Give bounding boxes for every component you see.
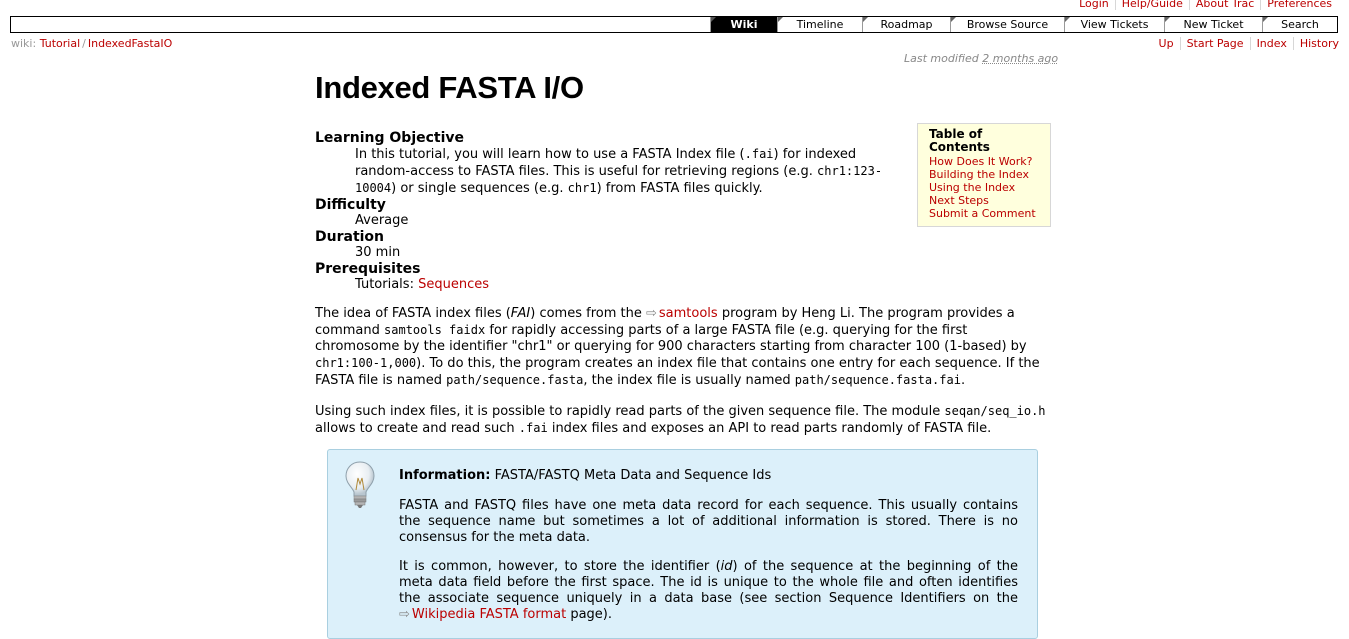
- index-files-paragraph: Using such index files, it is possible t…: [315, 403, 1051, 437]
- breadcrumb-prefix: wiki:: [11, 37, 37, 50]
- para1-text-2: ) comes from the: [530, 306, 646, 321]
- info-p2-text-1: It is common, however, to store the iden…: [399, 559, 721, 574]
- samtools-link[interactable]: samtools: [646, 306, 718, 321]
- para2-code-module: seqan/seq_io.h: [944, 404, 1046, 418]
- difficulty-value: Average: [355, 213, 409, 228]
- objective-text: In this tutorial, you will learn how to …: [355, 146, 915, 197]
- info-p2-text-3: page).: [566, 607, 613, 622]
- start-page-link[interactable]: Start Page: [1187, 37, 1244, 50]
- prerequisites-value: Tutorials: Sequences: [355, 277, 915, 293]
- info-p2-id: id: [720, 559, 733, 574]
- tab-browse-source[interactable]: Browse Source: [950, 17, 1064, 32]
- tab-view-tickets[interactable]: View Tickets: [1064, 17, 1164, 32]
- para2-code-fai: .fai: [518, 421, 548, 435]
- context-nav: Up Start Page Index History: [1153, 37, 1339, 50]
- para1-code-fai-path: path/sequence.fasta.fai: [794, 373, 961, 387]
- para2-text-2: allows to create and read such: [315, 421, 519, 436]
- objective-text-4: ) from FASTA files quickly.: [596, 181, 763, 196]
- para1-code-faidx: samtools faidx: [384, 323, 486, 337]
- objective-text-1: In this tutorial, you will learn how to …: [355, 147, 745, 162]
- preferences-link[interactable]: Preferences: [1267, 0, 1332, 10]
- information-paragraph-1: FASTA and FASTQ files have one meta data…: [399, 498, 1018, 545]
- help-guide-link[interactable]: Help/Guide: [1122, 0, 1183, 10]
- objective-code-chr1: chr1: [567, 181, 597, 195]
- objective-text-3: ) or single sequences (e.g.: [391, 181, 568, 196]
- toc-item-how-does-it-work[interactable]: How Does It Work?: [929, 155, 1032, 168]
- information-heading: Information: FASTA/FASTQ Meta Data and S…: [399, 468, 1018, 484]
- history-link[interactable]: History: [1300, 37, 1339, 50]
- page-title: Indexed FASTA I/O: [315, 70, 584, 105]
- information-label: Information:: [399, 468, 491, 483]
- objective-code-fai: .fai: [744, 147, 774, 161]
- last-modified: Last modified 2 months ago: [904, 52, 1058, 65]
- tab-wiki[interactable]: Wiki: [710, 17, 777, 32]
- sequences-link[interactable]: Sequences: [418, 277, 489, 292]
- para1-text-6: , the index file is usually named: [583, 373, 795, 388]
- prerequisites-prefix: Tutorials:: [355, 277, 414, 292]
- last-modified-age[interactable]: 2 months ago: [982, 52, 1058, 65]
- para1-code-fasta-path: path/sequence.fasta: [446, 373, 584, 387]
- lightbulb-icon: [343, 460, 377, 514]
- meta-nav: Login Help/Guide About Trac Preferences: [1073, 0, 1332, 10]
- tab-roadmap[interactable]: Roadmap: [862, 17, 950, 32]
- para1-code-region: chr1:100-1,000: [315, 356, 417, 370]
- tab-timeline[interactable]: Timeline: [777, 17, 862, 32]
- up-link[interactable]: Up: [1159, 37, 1174, 50]
- information-heading-text: FASTA/FASTQ Meta Data and Sequence Ids: [494, 468, 772, 483]
- tab-new-ticket[interactable]: New Ticket: [1164, 17, 1262, 32]
- duration-term: Duration: [315, 229, 385, 245]
- table-of-contents: Table of Contents How Does It Work? Buil…: [917, 123, 1051, 227]
- para1-text-1: The idea of FASTA index files (: [315, 306, 511, 321]
- para2-text-1: Using such index files, it is possible t…: [315, 404, 945, 419]
- toc-item-next-steps[interactable]: Next Steps: [929, 194, 989, 207]
- intro-paragraph: The idea of FASTA index files (FAI) come…: [315, 306, 1051, 389]
- toc-item-using-the-index[interactable]: Using the Index: [929, 181, 1015, 194]
- breadcrumb-indexedfastaio[interactable]: IndexedFastaIO: [88, 37, 172, 50]
- breadcrumb: wiki: Tutorial / IndexedFastaIO: [11, 37, 172, 50]
- prerequisites-term: Prerequisites: [315, 261, 421, 277]
- information-content: Information: FASTA/FASTQ Meta Data and S…: [399, 468, 1018, 623]
- para2-text-3: index files and exposes an API to read p…: [547, 421, 992, 436]
- login-link[interactable]: Login: [1079, 0, 1109, 10]
- breadcrumb-separator: /: [82, 37, 86, 50]
- information-box: Information: FASTA/FASTQ Meta Data and S…: [327, 449, 1038, 639]
- duration-value: 30 min: [355, 245, 401, 260]
- last-modified-prefix: Last modified: [904, 52, 979, 65]
- toc-item-submit-a-comment[interactable]: Submit a Comment: [929, 207, 1036, 220]
- tab-search[interactable]: Search: [1262, 17, 1337, 32]
- toc-title: Table of Contents: [929, 127, 990, 154]
- information-paragraph-2: It is common, however, to store the iden…: [399, 559, 1018, 623]
- main-nav: Wiki Timeline Roadmap Browse Source View…: [10, 16, 1338, 33]
- index-link[interactable]: Index: [1257, 37, 1287, 50]
- para1-text-7: .: [960, 373, 966, 388]
- wikipedia-fasta-link[interactable]: Wikipedia FASTA format: [399, 607, 566, 622]
- toc-item-building-the-index[interactable]: Building the Index: [929, 168, 1029, 181]
- about-trac-link[interactable]: About Trac: [1196, 0, 1254, 10]
- breadcrumb-tutorial[interactable]: Tutorial: [40, 37, 80, 50]
- para1-fai: FAI: [510, 306, 531, 321]
